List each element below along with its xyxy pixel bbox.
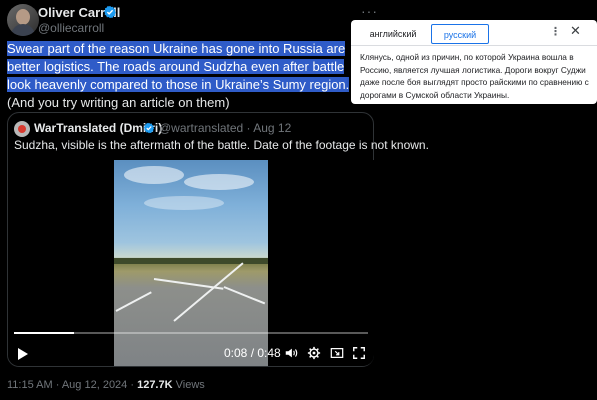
tweet-text-rest: (And you try writing an article on them) [7, 95, 230, 110]
quoted-date[interactable]: Aug 12 [253, 121, 291, 135]
picture-in-picture-icon[interactable] [330, 346, 344, 360]
play-icon[interactable] [18, 348, 28, 360]
fullscreen-icon[interactable] [352, 346, 366, 360]
more-options-icon[interactable]: ··· [361, 3, 378, 19]
author-handle[interactable]: @olliecarroll [38, 21, 104, 35]
settings-gear-icon[interactable] [307, 346, 321, 360]
views-label: Views [175, 379, 205, 391]
tab-source-language[interactable]: английский [355, 24, 431, 44]
tweet-meta: 11:15 AM · Aug 12, 2024 · 127.7K Views [7, 379, 205, 391]
video-progress-bar[interactable] [14, 332, 368, 334]
popup-close-icon[interactable]: ✕ [570, 23, 581, 39]
tab-target-language[interactable]: русский [431, 24, 489, 44]
translation-text: Клянусь, одной из причин, по которой Укр… [360, 52, 589, 100]
tweet-date[interactable]: Aug 12, 2024 [62, 379, 127, 391]
verified-badge-icon [104, 5, 116, 19]
video-time: 0:08 / 0:48 [224, 346, 281, 360]
quoted-handle-date: @wartranslated · Aug 12 [159, 121, 292, 135]
quoted-tweet-text: Sudzha, visible is the aftermath of the … [14, 138, 429, 152]
popup-menu-icon[interactable]: ⋮ [550, 25, 561, 38]
video-frame [114, 160, 268, 366]
tab-divider [351, 45, 597, 46]
view-count: 127.7K [137, 379, 173, 391]
tweet-text: Swear part of the reason Ukraine has gon… [7, 40, 357, 112]
translate-popup: английский русский ⋮ ✕ Клянусь, одной из… [351, 20, 597, 104]
author-avatar[interactable] [7, 4, 39, 36]
tweet-time[interactable]: 11:15 AM [7, 379, 53, 391]
quoted-verified-badge-icon [143, 122, 155, 134]
quoted-author-avatar[interactable] [14, 121, 30, 137]
video-player[interactable]: 0:08 / 0:48 [8, 160, 374, 366]
volume-icon[interactable] [284, 346, 298, 360]
quoted-author-handle[interactable]: @wartranslated [159, 121, 243, 135]
selected-text: Swear part of the reason Ukraine has gon… [7, 41, 350, 92]
video-progress-fill [14, 332, 75, 334]
